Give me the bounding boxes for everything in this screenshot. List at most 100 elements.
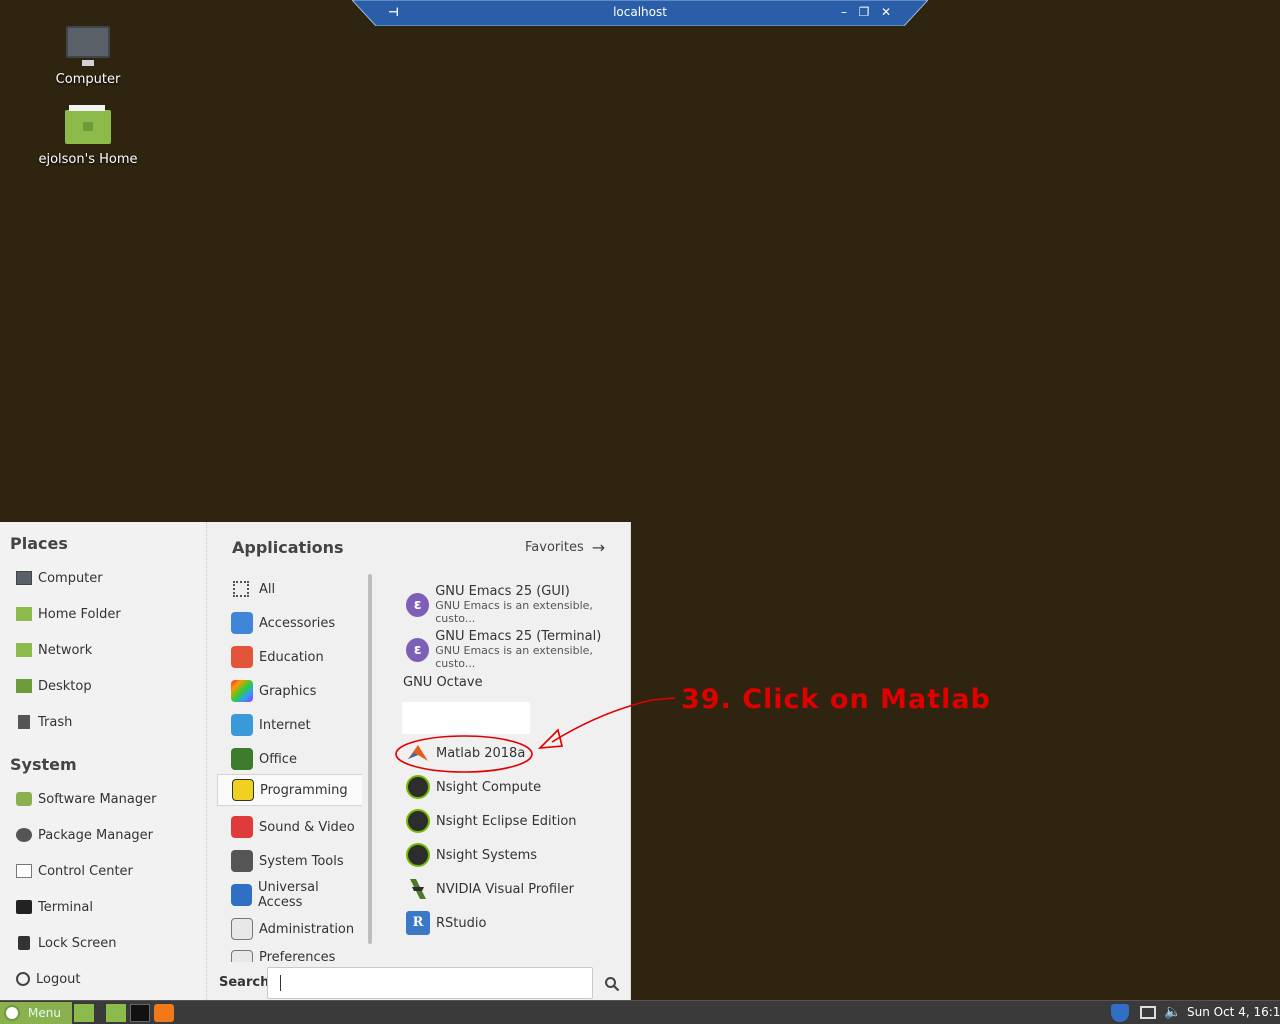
category-label: Accessories [259, 615, 336, 631]
programming-icon [232, 779, 254, 801]
universal-access-icon [231, 884, 252, 906]
search-icon[interactable] [604, 976, 620, 992]
app-nsight-systems[interactable]: Nsight Systems [406, 843, 537, 867]
system-item-package-manager[interactable]: Package Manager [16, 825, 153, 845]
shield-icon[interactable] [1111, 1004, 1129, 1022]
files-icon[interactable] [106, 1004, 126, 1022]
show-desktop-icon[interactable] [74, 1004, 94, 1022]
system-tools-icon [231, 850, 253, 872]
category-label: Graphics [259, 683, 317, 699]
app-name: Matlab 2018a [436, 745, 526, 761]
app-name: GNU Emacs 25 (Terminal) [435, 629, 602, 644]
app-rstudio[interactable]: R RStudio [406, 911, 486, 935]
places-title: Places [10, 534, 68, 553]
app-name: Nsight Eclipse Edition [436, 813, 577, 829]
category-office[interactable]: Office [217, 744, 362, 774]
volume-icon[interactable]: 🔈 [1164, 1004, 1182, 1022]
favorites-button[interactable]: Favorites → [525, 538, 605, 557]
places-item-label: Desktop [38, 678, 92, 694]
places-item-label: Trash [38, 714, 73, 730]
app-nsight-eclipse[interactable]: Nsight Eclipse Edition [406, 809, 577, 833]
terminal-icon[interactable] [130, 1004, 150, 1022]
category-system-tools[interactable]: System Tools [217, 846, 362, 876]
education-icon [231, 646, 253, 668]
network-folder-icon [16, 643, 32, 657]
system-item-label: Control Center [38, 863, 133, 879]
preferences-icon [231, 950, 253, 962]
nsight-eclipse-icon [406, 809, 430, 833]
desktop-icon-home[interactable]: ejolson's Home [28, 105, 148, 167]
home-folder-icon [16, 607, 32, 621]
app-nsight-compute[interactable]: Nsight Compute [406, 775, 541, 799]
minimize-icon[interactable]: – [836, 4, 852, 20]
desktop-icon-computer[interactable]: Computer [28, 26, 148, 87]
app-name: RStudio [436, 915, 487, 931]
network-icon[interactable] [1140, 1006, 1156, 1019]
category-label: Universal Access [257, 880, 319, 910]
home-folder-icon [65, 105, 111, 144]
app-description: GNU Emacs is an extensible, custo... [435, 599, 593, 625]
app-name: NVIDIA Visual Profiler [436, 881, 575, 897]
application-menu: Places Computer Home Folder Network Desk… [0, 522, 631, 1000]
desktop-icon-label: ejolson's Home [38, 152, 138, 167]
app-name: Nsight Systems [436, 847, 538, 863]
category-label: Programming [260, 782, 348, 798]
category-graphics[interactable]: Graphics [217, 676, 362, 706]
menu-button[interactable]: Menu [0, 1002, 72, 1024]
remote-session-bar: ⊣ localhost – ❐ ✕ [352, 0, 928, 26]
nsight-compute-icon [406, 775, 430, 799]
system-item-label: Logout [36, 971, 81, 987]
desktop-folder-icon [16, 679, 32, 693]
category-label: Sound & Video [259, 819, 355, 835]
app-nvidia-visual-profiler[interactable]: NVIDIA Visual Profiler [406, 877, 574, 901]
app-emacs-terminal[interactable]: ε GNU Emacs 25 (Terminal) GNU Emacs is a… [406, 629, 630, 670]
internet-cloud-icon [231, 714, 253, 736]
category-sound-video[interactable]: Sound & Video [217, 812, 362, 842]
close-icon[interactable]: ✕ [878, 4, 894, 20]
app-matlab[interactable]: Matlab 2018a [406, 741, 525, 765]
system-item-label: Terminal [38, 899, 93, 915]
system-item-logout[interactable]: Logout [16, 969, 81, 989]
places-item-trash[interactable]: Trash [16, 712, 72, 732]
category-all[interactable]: All [217, 574, 362, 604]
software-manager-icon [16, 792, 32, 806]
places-item-network[interactable]: Network [16, 640, 92, 660]
category-scrollbar[interactable] [368, 574, 372, 944]
system-item-terminal[interactable]: Terminal [16, 897, 93, 917]
places-item-computer[interactable]: Computer [16, 568, 103, 588]
search-input[interactable] [267, 967, 593, 999]
app-gnu-octave[interactable]: GNU Octave [403, 675, 483, 690]
administration-icon [231, 918, 253, 940]
trash-icon [18, 715, 30, 729]
category-programming[interactable]: Programming [217, 774, 362, 806]
system-item-software-manager[interactable]: Software Manager [16, 789, 156, 809]
arrow-right-icon: → [591, 538, 606, 557]
system-item-control-center[interactable]: Control Center [16, 861, 133, 881]
restore-icon[interactable]: ❐ [856, 4, 872, 20]
blank-tooltip [402, 702, 530, 734]
category-universal-access[interactable]: Universal Access [217, 880, 362, 910]
category-label: Education [259, 649, 324, 665]
category-preferences[interactable]: Preferences [217, 950, 362, 962]
category-label: All [259, 581, 276, 597]
sound-video-icon [231, 816, 253, 838]
annotation-text: 39. Click on Matlab [681, 684, 991, 715]
system-item-lock-screen[interactable]: Lock Screen [16, 933, 116, 953]
logout-icon [16, 972, 30, 986]
category-accessories[interactable]: Accessories [217, 608, 362, 638]
lock-icon [18, 936, 30, 950]
app-name: Nsight Compute [436, 779, 542, 795]
places-item-label: Home Folder [38, 606, 121, 622]
system-item-label: Package Manager [38, 827, 154, 843]
category-internet[interactable]: Internet [217, 710, 362, 740]
nsight-systems-icon [406, 843, 430, 867]
accessories-icon [231, 612, 253, 634]
places-item-home-folder[interactable]: Home Folder [16, 604, 121, 624]
system-item-label: Lock Screen [38, 935, 117, 951]
app-emacs-gui[interactable]: ε GNU Emacs 25 (GUI) GNU Emacs is an ext… [406, 584, 630, 625]
category-education[interactable]: Education [217, 642, 362, 672]
firefox-icon[interactable] [154, 1004, 174, 1022]
clock[interactable]: Sun Oct 4, 16:16 [1187, 1005, 1280, 1019]
places-item-desktop[interactable]: Desktop [16, 676, 92, 696]
category-administration[interactable]: Administration [217, 914, 362, 944]
